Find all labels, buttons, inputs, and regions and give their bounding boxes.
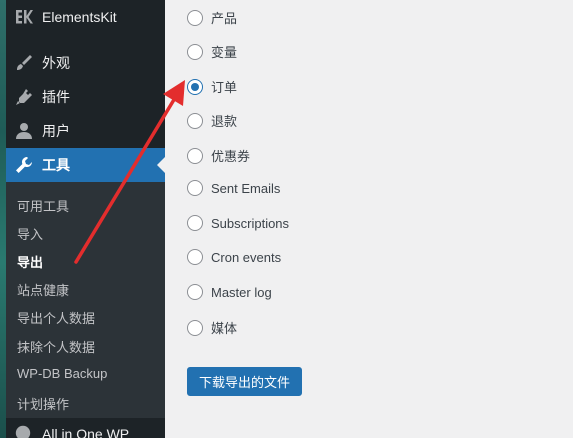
radio-button-selected[interactable] (187, 78, 203, 95)
radio-label: 媒体 (211, 321, 238, 336)
menu-item-label: 插件 (42, 89, 70, 105)
menu-item-appearance[interactable]: 外观 (6, 46, 165, 80)
migration-icon (14, 424, 34, 438)
menu-item-label: ElementsKit (42, 9, 117, 25)
user-icon (14, 121, 34, 141)
radio-button[interactable] (187, 249, 203, 265)
radio-option-sent-emails[interactable]: Sent Emails (187, 180, 280, 196)
radio-button[interactable] (187, 180, 203, 196)
menu-item-elementskit[interactable]: ElementsKit (6, 0, 165, 34)
export-options: 产品 变量 订单 退款 优惠券 Sent Emails Subscription… (165, 0, 573, 438)
radio-option-coupons[interactable]: 优惠券 (187, 146, 250, 165)
radio-option-refunds[interactable]: 退款 (187, 111, 237, 130)
download-export-file-button[interactable]: 下载导出的文件 (187, 367, 303, 396)
radio-option-media[interactable]: 媒体 (187, 318, 237, 337)
radio-option-cron-events[interactable]: Cron events (187, 249, 281, 265)
radio-label: 退款 (211, 114, 238, 129)
radio-button[interactable] (187, 147, 203, 164)
wrench-icon (14, 155, 34, 175)
submenu-item-scheduled-actions[interactable]: 计划操作 (17, 394, 69, 413)
radio-label: Cron events (211, 249, 282, 265)
radio-option-products[interactable]: 产品 (187, 8, 237, 27)
radio-button[interactable] (187, 215, 203, 231)
menu-item-tools[interactable]: 工具 (6, 148, 165, 182)
plugin-icon (14, 87, 34, 107)
radio-label: 产品 (211, 11, 238, 26)
radio-option-master-log[interactable]: Master log (187, 284, 272, 300)
menu-item-users[interactable]: 用户 (6, 114, 165, 148)
radio-label: 订单 (211, 80, 238, 95)
radio-button[interactable] (187, 284, 203, 300)
menu-item-label: 工具 (42, 157, 70, 173)
radio-option-orders[interactable]: 订单 (187, 77, 237, 96)
submenu-item-site-health[interactable]: 站点健康 (17, 280, 69, 299)
radio-option-subscriptions[interactable]: Subscriptions (187, 215, 289, 231)
admin-sidebar: ElementsKit 外观 插件 用户 工具 可用工具 导入 导出 站点健康 … (0, 0, 165, 438)
submenu-item-available-tools[interactable]: 可用工具 (17, 196, 69, 215)
radio-label: 优惠券 (211, 149, 251, 164)
tools-submenu: 可用工具 导入 导出 站点健康 导出个人数据 抹除个人数据 WP-DB Back… (6, 182, 165, 418)
submenu-item-wp-db-backup[interactable]: WP-DB Backup (17, 366, 107, 381)
paintbrush-icon (14, 53, 34, 73)
menu-item-label: All in One WP (42, 426, 130, 438)
submenu-item-import[interactable]: 导入 (17, 224, 43, 243)
elementskit-logo-icon (14, 7, 34, 27)
radio-button[interactable] (187, 43, 203, 60)
submenu-item-export[interactable]: 导出 (17, 252, 43, 271)
radio-button[interactable] (187, 319, 203, 336)
menu-item-all-in-one-wp[interactable]: All in One WP (6, 424, 165, 438)
radio-label: Subscriptions (211, 215, 290, 231)
radio-button[interactable] (187, 112, 203, 129)
submenu-item-export-personal-data[interactable]: 导出个人数据 (17, 308, 95, 327)
submenu-item-erase-personal-data[interactable]: 抹除个人数据 (17, 337, 95, 356)
menu-item-label: 用户 (42, 123, 70, 139)
radio-option-variations[interactable]: 变量 (187, 42, 237, 61)
radio-label: Master log (211, 284, 272, 300)
radio-label: 变量 (211, 45, 238, 60)
menu-item-label: 外观 (42, 55, 70, 71)
menu-item-plugins[interactable]: 插件 (6, 80, 165, 114)
radio-label: Sent Emails (211, 180, 281, 196)
radio-button[interactable] (187, 9, 203, 26)
